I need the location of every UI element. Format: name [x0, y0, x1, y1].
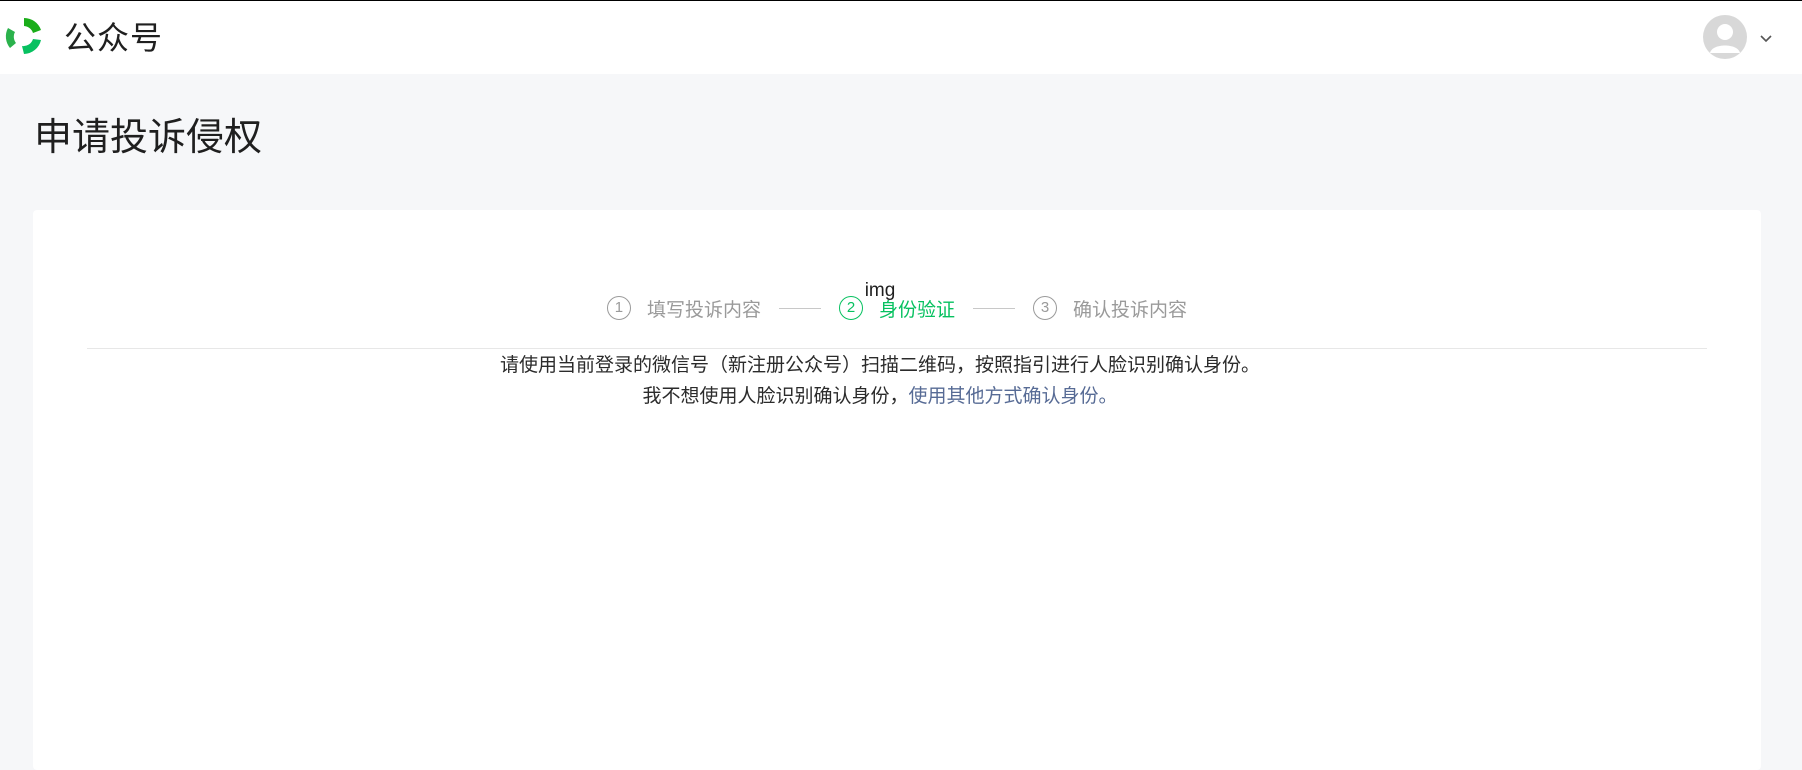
brand-name: 公众号 [64, 20, 164, 56]
step-connector [973, 307, 1015, 309]
qr-code-image: img [864, 280, 896, 301]
user-silhouette-icon [1710, 24, 1740, 53]
top-header: 公众号 [0, 1, 1802, 74]
alternative-prefix: 我不想使用人脸识别确认身份， [642, 386, 909, 407]
other-verification-link[interactable]: 使用其他方式确认身份 [908, 386, 1098, 407]
alternative-method-line: 我不想使用人脸识别确认身份，使用其他方式确认身份。 [0, 381, 1760, 412]
step-connector [778, 307, 821, 309]
page-title: 申请投诉侵权 [34, 117, 263, 159]
chevron-down-icon[interactable] [1756, 28, 1776, 48]
wechat-official-account-logo[interactable] [2, 14, 46, 58]
steps-divider [87, 348, 1707, 349]
alternative-suffix: 。 [1098, 386, 1118, 407]
verification-instructions: 请使用当前登录的微信号（新注册公众号）扫描二维码，按照指引进行人脸识别确认身份。… [0, 350, 1760, 412]
instruction-text: 请使用当前登录的微信号（新注册公众号）扫描二维码，按照指引进行人脸识别确认身份。 [499, 355, 1260, 376]
user-avatar-icon[interactable] [1703, 15, 1747, 59]
